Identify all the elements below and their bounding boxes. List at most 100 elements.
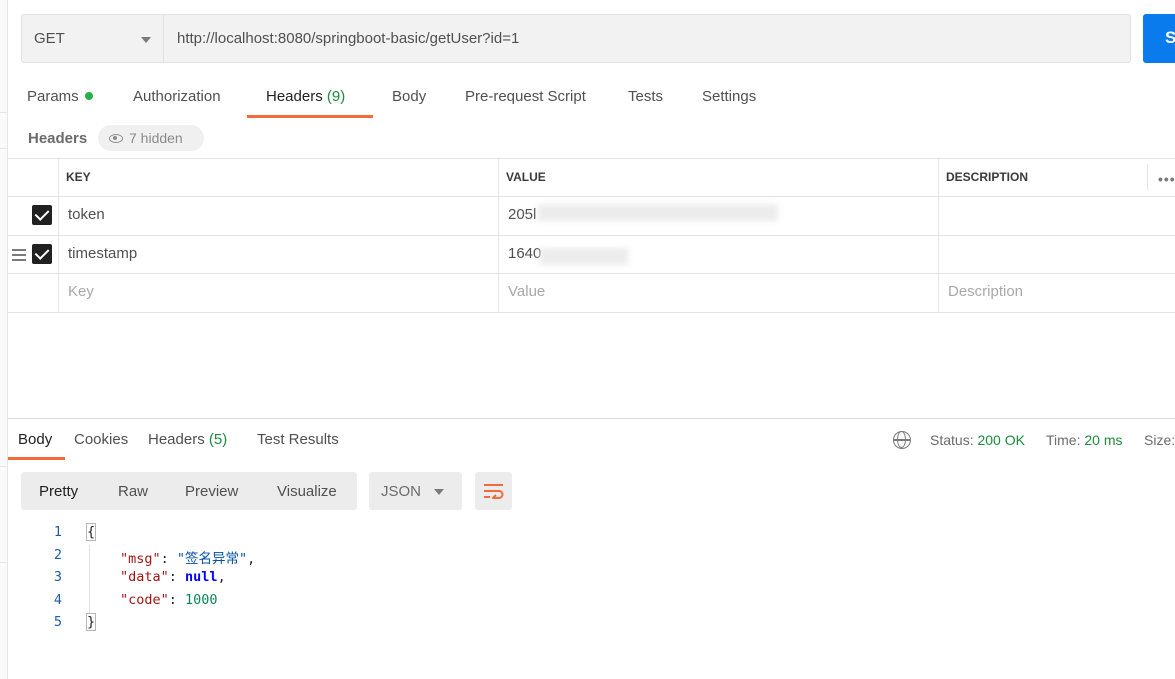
line-number: 1 xyxy=(53,524,62,540)
status-value: 200 OK xyxy=(977,432,1025,448)
tab-headers-count: (9) xyxy=(326,88,346,105)
send-button[interactable]: S xyxy=(1143,14,1175,63)
line-number: 5 xyxy=(53,614,62,630)
hidden-headers-label: 7 hidden xyxy=(129,130,183,146)
active-tab-indicator xyxy=(247,115,373,118)
json-line-code: "code": 1000 xyxy=(120,592,218,608)
headers-section-title: Headers xyxy=(28,130,88,147)
view-mode-group: Pretty Raw Preview Visualize xyxy=(21,472,357,510)
response-tab-body[interactable]: Body xyxy=(18,431,52,448)
line-number: 3 xyxy=(53,569,62,585)
json-colon: : xyxy=(160,551,177,567)
json-key: "data" xyxy=(120,569,169,585)
header-value-cell[interactable]: 1640 xyxy=(508,245,541,262)
json-colon: : xyxy=(168,592,186,608)
new-description-input[interactable]: Description xyxy=(948,283,1023,300)
header-value-cell[interactable]: 205l xyxy=(508,206,536,223)
method-select[interactable]: GET xyxy=(21,14,164,63)
json-close-brace: } xyxy=(85,613,97,631)
new-key-input[interactable]: Key xyxy=(68,283,94,300)
table-border xyxy=(8,312,1175,313)
gutter-divider xyxy=(0,148,8,149)
json-comma: , xyxy=(247,551,256,567)
tab-authorization[interactable]: Authorization xyxy=(133,88,221,105)
active-tab-indicator xyxy=(8,457,65,460)
gutter-divider xyxy=(0,562,8,563)
tab-headers[interactable]: Headers (9) xyxy=(266,88,345,105)
hidden-headers-toggle[interactable]: 7 hidden xyxy=(98,125,204,151)
table-column-divider xyxy=(58,158,59,313)
table-column-divider xyxy=(498,158,499,313)
header-key-cell[interactable]: token xyxy=(68,206,105,223)
response-tab-headers[interactable]: Headers (5) xyxy=(148,431,227,448)
format-select[interactable]: JSON xyxy=(369,472,462,510)
json-line-data: "data": null, xyxy=(120,569,226,585)
view-raw[interactable]: Raw xyxy=(118,483,148,500)
chevron-down-icon xyxy=(141,37,151,43)
tab-settings[interactable]: Settings xyxy=(702,88,756,105)
format-value: JSON xyxy=(381,483,422,500)
time-label: Time: xyxy=(1046,432,1081,448)
params-active-dot xyxy=(84,92,93,100)
table-border xyxy=(8,158,1175,159)
tab-params-label: Params xyxy=(27,88,79,105)
response-time: Time: 20 ms xyxy=(1046,432,1123,448)
url-input[interactable]: http://localhost:8080/springboot-basic/g… xyxy=(164,14,1131,63)
column-header-key: KEY xyxy=(66,170,91,184)
line-number: 2 xyxy=(53,547,62,563)
drag-handle-icon[interactable] xyxy=(12,249,26,261)
new-value-input[interactable]: Value xyxy=(508,283,545,300)
response-tab-cookies[interactable]: Cookies xyxy=(74,431,128,448)
json-string-value: "签名异常" xyxy=(176,551,248,567)
wrap-lines-button[interactable] xyxy=(475,472,512,510)
json-number-value: 1000 xyxy=(185,592,218,608)
url-value: http://localhost:8080/springboot-basic/g… xyxy=(177,30,520,47)
json-open-brace: { xyxy=(85,523,97,541)
size-label: Size: xyxy=(1144,432,1175,448)
redacted-value xyxy=(540,248,628,265)
gutter-divider xyxy=(0,112,8,113)
table-column-divider xyxy=(1147,164,1148,190)
header-key-cell[interactable]: timestamp xyxy=(68,245,137,262)
gutter-divider xyxy=(0,466,8,467)
left-sidebar-edge xyxy=(0,0,8,679)
time-value: 20 ms xyxy=(1084,432,1123,448)
indent-guide xyxy=(89,545,90,613)
more-options-icon[interactable]: ••• xyxy=(1158,171,1175,187)
response-status: Status: 200 OK xyxy=(930,432,1025,448)
view-pretty[interactable]: Pretty xyxy=(39,483,78,500)
tab-pre-request-script[interactable]: Pre-request Script xyxy=(465,88,586,105)
tab-body[interactable]: Body xyxy=(392,88,426,105)
column-header-description: DESCRIPTION xyxy=(946,170,1029,184)
json-comma: , xyxy=(217,569,226,585)
line-number: 4 xyxy=(53,592,62,608)
globe-icon[interactable] xyxy=(893,431,911,449)
tab-params[interactable]: Params xyxy=(27,88,93,105)
wrap-lines-icon xyxy=(484,484,504,499)
json-key: "code" xyxy=(120,592,169,608)
redacted-value xyxy=(538,204,778,221)
response-tab-headers-label: Headers xyxy=(148,431,205,448)
status-label: Status: xyxy=(930,432,974,448)
view-visualize[interactable]: Visualize xyxy=(277,483,337,500)
table-border xyxy=(8,235,1175,236)
json-null-value: null xyxy=(185,569,218,585)
table-border xyxy=(8,196,1175,197)
response-tab-headers-count: (5) xyxy=(208,431,228,448)
row-checkbox[interactable] xyxy=(32,205,52,225)
table-column-divider xyxy=(938,158,939,313)
chevron-down-icon xyxy=(434,489,444,495)
tab-headers-label: Headers xyxy=(266,88,323,105)
response-tab-test-results[interactable]: Test Results xyxy=(257,431,339,448)
tab-tests[interactable]: Tests xyxy=(628,88,663,105)
json-key: "msg" xyxy=(120,551,161,567)
view-preview[interactable]: Preview xyxy=(185,483,238,500)
column-header-value: VALUE xyxy=(506,170,546,184)
eye-icon xyxy=(109,134,123,143)
method-value: GET xyxy=(34,30,65,47)
json-colon: : xyxy=(168,569,186,585)
response-divider[interactable] xyxy=(8,418,1175,419)
json-line-msg: "msg": "签名异常", xyxy=(120,547,255,567)
row-checkbox[interactable] xyxy=(32,244,52,264)
table-border xyxy=(8,273,1175,274)
